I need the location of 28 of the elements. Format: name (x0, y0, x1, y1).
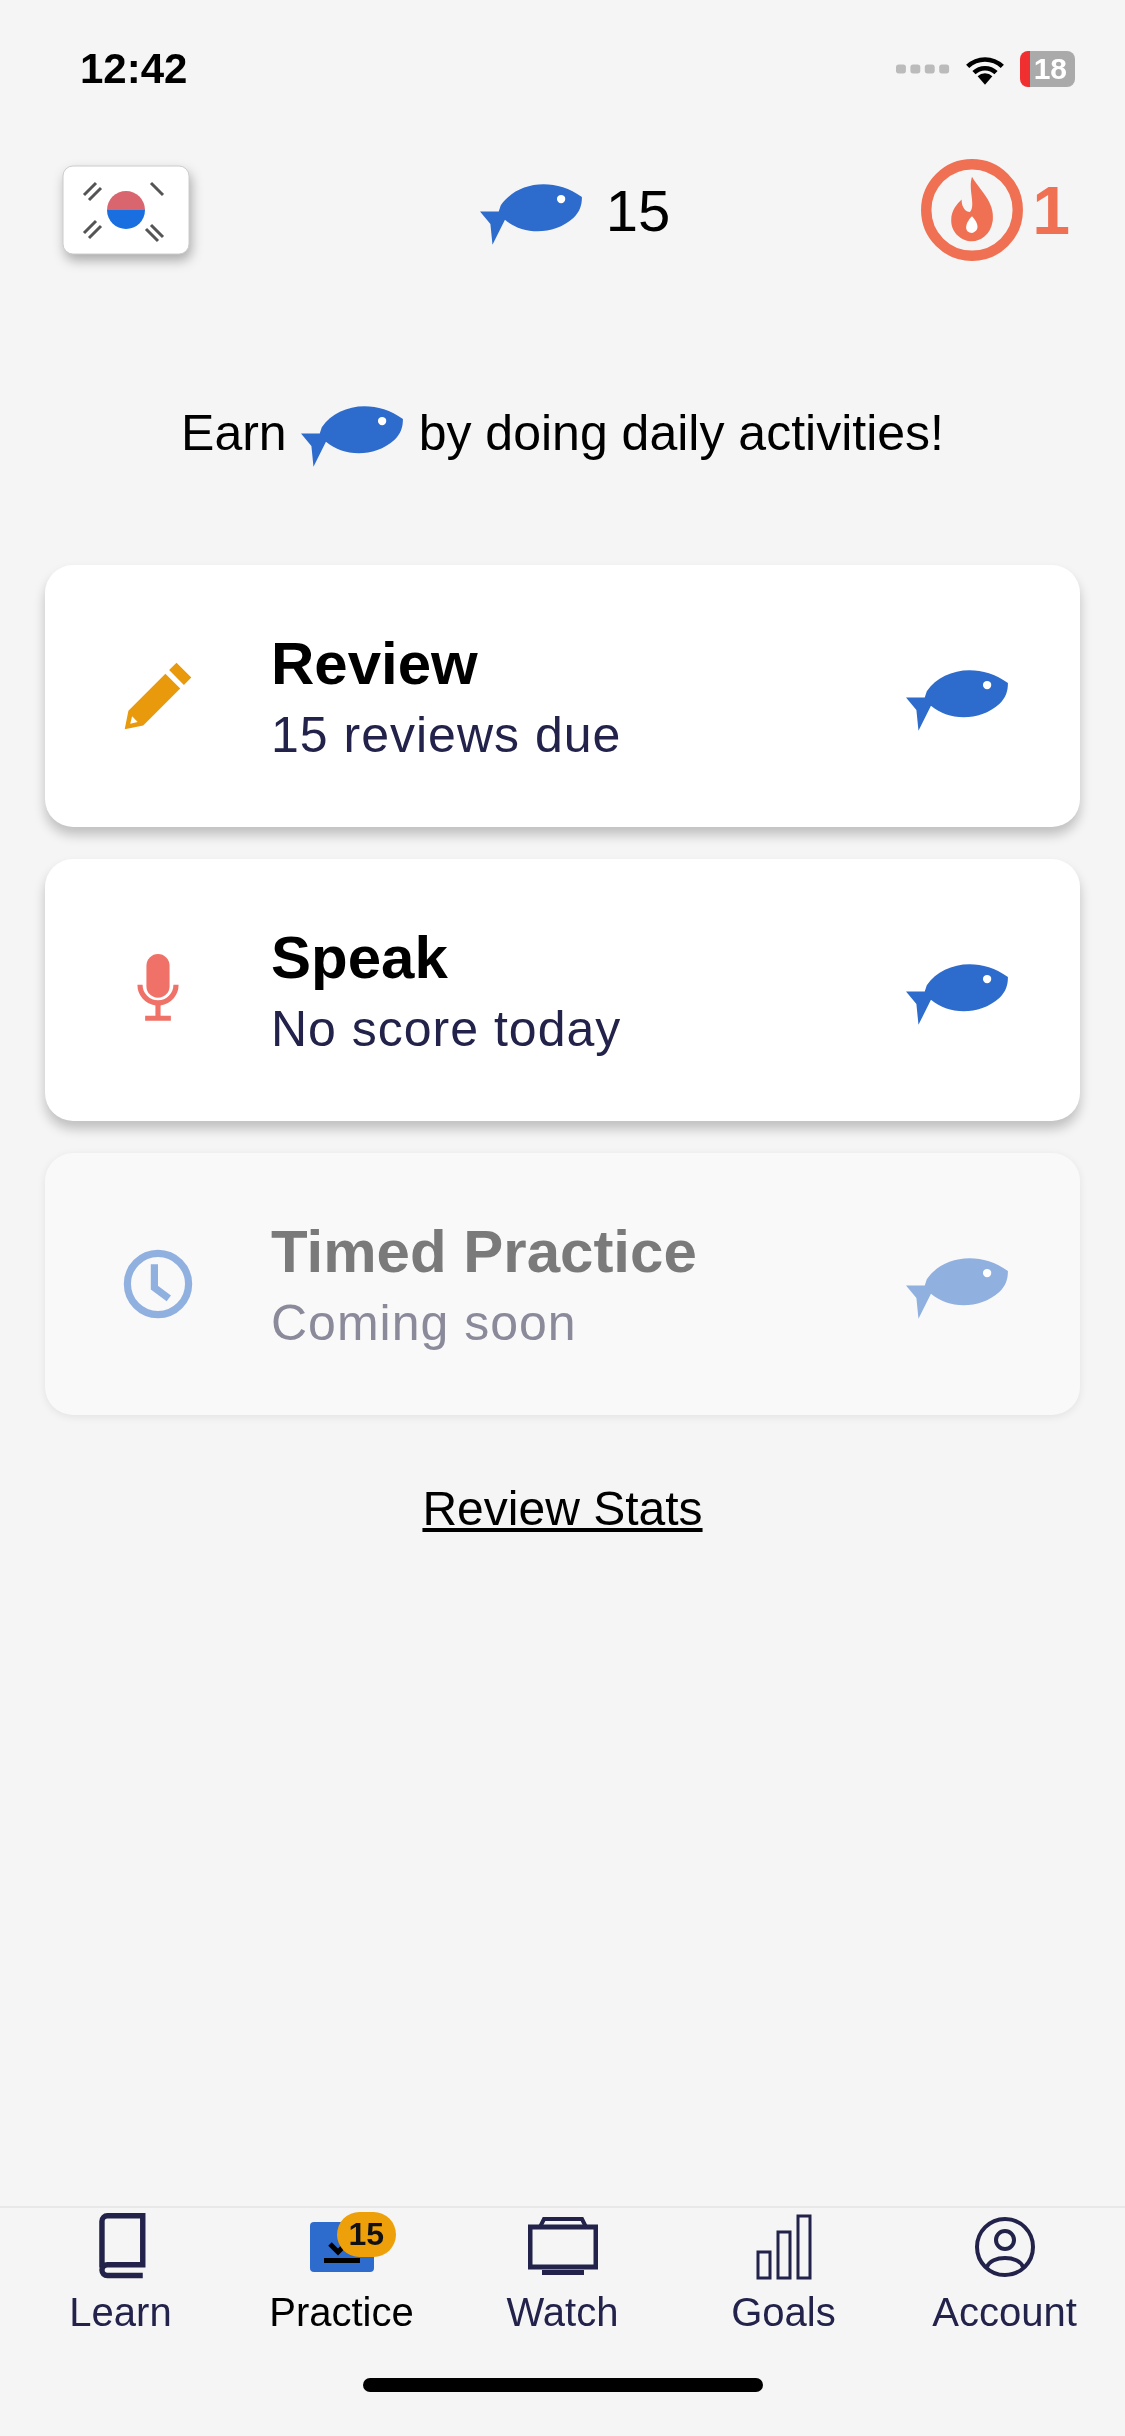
review-stats-link[interactable]: Review Stats (422, 1481, 703, 1536)
activity-card[interactable]: Speak No score today (45, 859, 1080, 1121)
activity-card[interactable]: Review 15 reviews due (45, 565, 1080, 827)
account-icon (972, 2215, 1037, 2279)
clock-time: 12:42 (80, 45, 188, 93)
card-title: Speak (271, 922, 449, 992)
fish-count: 15 (605, 176, 671, 244)
card-subtitle: No score today (271, 999, 623, 1058)
earn-text: by doing daily activities! (418, 403, 944, 462)
card-title: Timed Practice (271, 1216, 698, 1286)
tab-bar-item[interactable]: 15 Practice (231, 2212, 452, 2356)
tv-icon (527, 2217, 598, 2277)
streak-count: 1 (1032, 171, 1070, 249)
tab-bar-item[interactable]: Learn (10, 2212, 231, 2356)
tab-bar-item[interactable]: Watch (452, 2212, 673, 2356)
signal-icon (895, 62, 950, 76)
flame-icon (920, 158, 1025, 262)
flag-icon (62, 165, 190, 255)
bar-chart-icon (755, 2214, 812, 2280)
battery-indicator: 18 (1019, 51, 1075, 87)
tab-bar-item[interactable]: Goals (673, 2212, 894, 2356)
clock-icon (122, 1248, 194, 1320)
earn-text: Earn (181, 403, 287, 462)
count-badge: 15 (336, 2212, 397, 2257)
card-title: Review (271, 628, 479, 698)
card-subtitle: Coming soon (271, 1293, 578, 1352)
card-subtitle: 15 reviews due (271, 705, 623, 764)
tab-bar-item[interactable]: Account (894, 2212, 1115, 2356)
